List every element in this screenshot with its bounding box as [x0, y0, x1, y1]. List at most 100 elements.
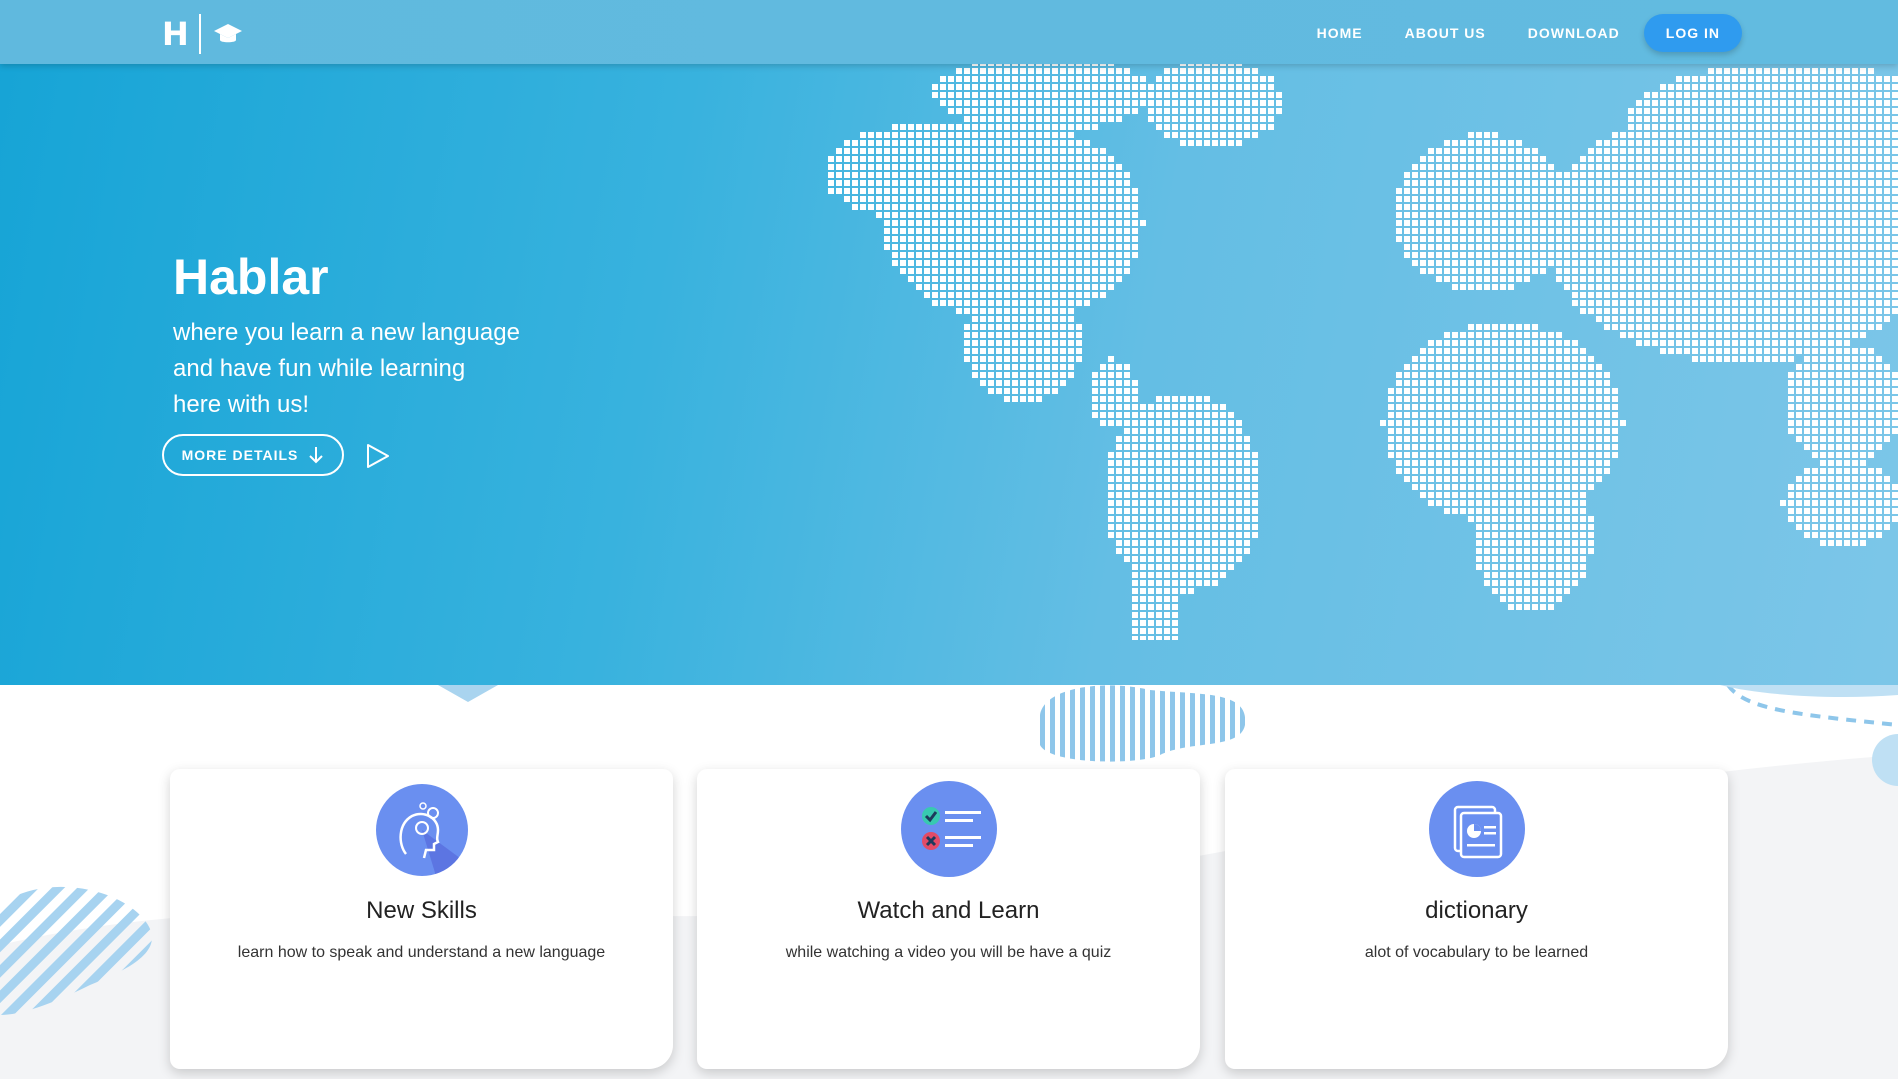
map-dot — [1412, 244, 1418, 250]
map-dot — [1724, 188, 1730, 194]
map-dot — [1716, 156, 1722, 162]
map-dot — [1540, 596, 1546, 602]
map-dot — [1876, 84, 1882, 90]
map-dot — [1508, 164, 1514, 170]
map-dot — [1556, 252, 1562, 258]
map-dot — [1444, 228, 1450, 234]
map-dot — [1844, 148, 1850, 154]
map-dot — [1756, 236, 1762, 242]
map-dot — [1020, 132, 1026, 138]
map-dot — [1764, 108, 1770, 114]
map-dot — [1100, 244, 1106, 250]
map-dot — [1756, 252, 1762, 258]
map-dot — [1828, 364, 1834, 370]
nav-link-download[interactable]: DOWNLOAD — [1528, 25, 1620, 41]
map-dot — [1020, 76, 1026, 82]
logo[interactable]: H — [162, 14, 243, 54]
map-dot — [1500, 588, 1506, 594]
map-dot — [1164, 532, 1170, 538]
map-dot — [1060, 380, 1066, 386]
map-dot — [1508, 364, 1514, 370]
feature-card-watch-and-learn[interactable]: Watch and Learn while watching a video y… — [697, 769, 1200, 1069]
map-dot — [1572, 508, 1578, 514]
map-dot — [1740, 228, 1746, 234]
map-dot — [1092, 260, 1098, 266]
map-dot — [1636, 292, 1642, 298]
map-dot — [1404, 364, 1410, 370]
map-dot — [876, 180, 882, 186]
map-dot — [1868, 500, 1874, 506]
play-icon[interactable] — [364, 442, 392, 470]
map-dot — [1572, 268, 1578, 274]
map-dot — [1052, 276, 1058, 282]
map-dot — [1148, 108, 1154, 114]
map-dot — [1180, 508, 1186, 514]
map-dot — [1116, 548, 1122, 554]
map-dot — [980, 92, 986, 98]
feature-card-new-skills[interactable]: New Skills learn how to speak and unders… — [170, 769, 673, 1069]
map-dot — [1556, 476, 1562, 482]
map-dot — [1252, 92, 1258, 98]
map-dot — [1092, 180, 1098, 186]
map-dot — [1844, 132, 1850, 138]
map-dot — [1812, 332, 1818, 338]
map-dot — [1780, 76, 1786, 82]
map-dot — [1820, 524, 1826, 530]
map-dot — [1444, 236, 1450, 242]
map-dot — [868, 148, 874, 154]
map-dot — [1804, 356, 1810, 362]
map-dot — [1116, 252, 1122, 258]
map-dot — [1716, 356, 1722, 362]
map-dot — [1772, 356, 1778, 362]
map-dot — [1124, 92, 1130, 98]
map-dot — [1492, 340, 1498, 346]
map-dot — [1460, 348, 1466, 354]
map-dot — [1716, 84, 1722, 90]
map-dot — [1476, 364, 1482, 370]
map-dot — [1028, 252, 1034, 258]
map-dot — [1812, 356, 1818, 362]
map-dot — [1156, 468, 1162, 474]
map-dot — [1220, 108, 1226, 114]
map-dot — [1732, 100, 1738, 106]
map-dot — [1724, 228, 1730, 234]
feature-card-dictionary[interactable]: dictionary alot of vocabulary to be lear… — [1225, 769, 1728, 1069]
map-dot — [1788, 284, 1794, 290]
map-dot — [1004, 340, 1010, 346]
nav-link-about-us[interactable]: ABOUT US — [1405, 25, 1486, 41]
map-dot — [1420, 260, 1426, 266]
map-dot — [1468, 324, 1474, 330]
login-button[interactable]: LOG IN — [1643, 14, 1742, 52]
map-dot — [916, 204, 922, 210]
map-dot — [1788, 244, 1794, 250]
map-dot — [1788, 396, 1794, 402]
map-dot — [1540, 332, 1546, 338]
map-dot — [1476, 188, 1482, 194]
more-details-button[interactable]: MORE DETAILS — [162, 434, 344, 476]
map-dot — [1844, 508, 1850, 514]
map-dot — [1764, 324, 1770, 330]
map-dot — [1700, 252, 1706, 258]
map-dot — [1028, 196, 1034, 202]
map-dot — [1828, 308, 1834, 314]
map-dot — [1524, 276, 1530, 282]
map-dot — [1844, 212, 1850, 218]
map-dot — [1644, 236, 1650, 242]
map-dot — [1692, 148, 1698, 154]
map-dot — [884, 196, 890, 202]
map-dot — [996, 156, 1002, 162]
map-dot — [996, 140, 1002, 146]
map-dot — [1556, 428, 1562, 434]
map-dot — [1156, 436, 1162, 442]
map-dot — [1156, 596, 1162, 602]
map-dot — [1452, 476, 1458, 482]
map-dot — [1804, 532, 1810, 538]
map-dot — [1220, 404, 1226, 410]
map-dot — [1532, 604, 1538, 610]
map-dot — [1548, 460, 1554, 466]
nav-link-home[interactable]: HOME — [1317, 25, 1363, 41]
map-dot — [1684, 132, 1690, 138]
map-dot — [1500, 428, 1506, 434]
map-dot — [1604, 212, 1610, 218]
map-dot — [1508, 604, 1514, 610]
